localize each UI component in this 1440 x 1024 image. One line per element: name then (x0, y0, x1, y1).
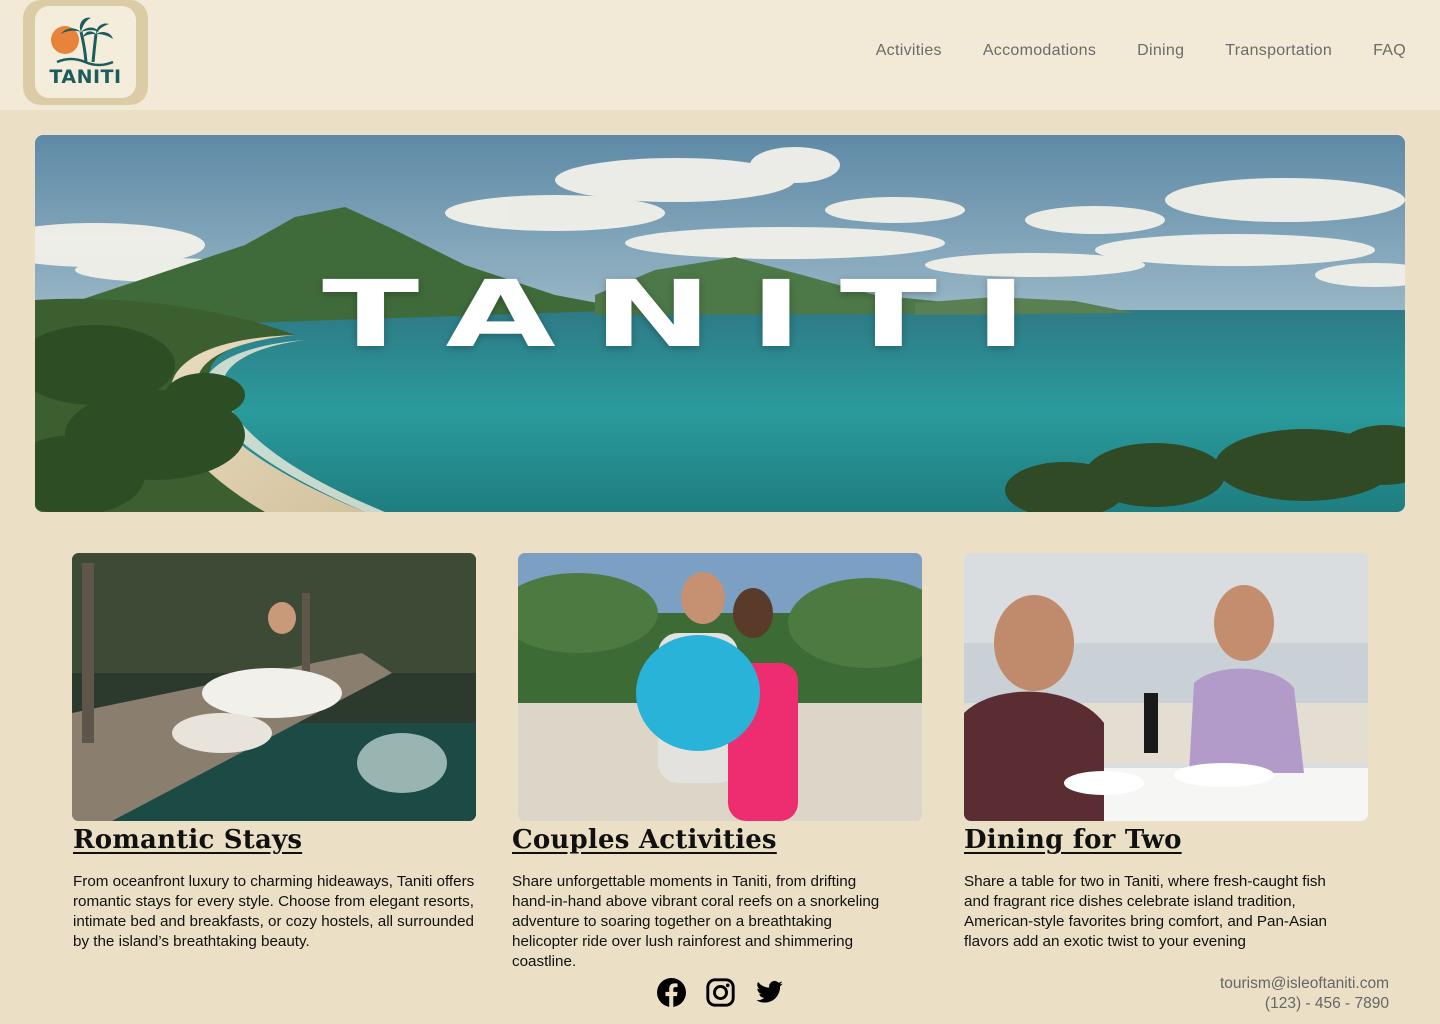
main-nav: Activities Accomodations Dining Transpor… (876, 42, 1406, 60)
card-title[interactable]: Couples Activities (512, 825, 896, 855)
nav-accomodations[interactable]: Accomodations (983, 42, 1096, 60)
contact-phone[interactable]: (123) - 456 - 7890 (1220, 994, 1389, 1014)
contact-info: tourism@isleoftaniti.com (123) - 456 - 7… (1220, 974, 1389, 1014)
romantic-stays-photo (72, 553, 476, 821)
card-description: Share a table for two in Taniti, where f… (964, 873, 1327, 950)
palm-tree-sun-icon (51, 17, 114, 67)
nav-activities[interactable]: Activities (876, 42, 942, 60)
site-header: TANITI Activities Accomodations Dining T… (0, 0, 1440, 110)
hero-title: TANITI (322, 261, 1065, 368)
logo[interactable]: TANITI (23, 0, 148, 105)
card-title[interactable]: Romantic Stays (73, 825, 477, 855)
card-description: Share unforgettable moments in Taniti, f… (512, 873, 880, 970)
card-description: From oceanfront luxury to charming hidea… (73, 873, 475, 950)
logo-badge: TANITI (35, 6, 136, 98)
logo-text: TANITI (49, 66, 122, 88)
card-title[interactable]: Dining for Two (964, 825, 1354, 855)
nav-dining[interactable]: Dining (1137, 42, 1184, 60)
facebook-icon[interactable] (657, 978, 686, 1007)
card-romantic-stays: Romantic Stays From oceanfront luxury to… (72, 553, 476, 950)
card-dining-for-two: Dining for Two Share a table for two in … (964, 553, 1368, 950)
couples-activities-photo (518, 553, 922, 821)
dining-for-two-photo (964, 553, 1368, 821)
card-couples-activities: Couples Activities Share unforgettable m… (512, 553, 922, 970)
twitter-icon[interactable] (755, 978, 784, 1007)
nav-transportation[interactable]: Transportation (1225, 42, 1332, 60)
hero-banner: TANITI (35, 135, 1405, 512)
contact-email[interactable]: tourism@isleoftaniti.com (1220, 974, 1389, 994)
instagram-icon[interactable] (706, 978, 735, 1007)
social-links (657, 978, 784, 1007)
nav-faq[interactable]: FAQ (1373, 42, 1406, 60)
